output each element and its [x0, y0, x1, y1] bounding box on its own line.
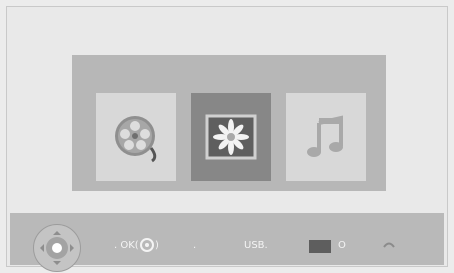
left-arrow-icon [36, 244, 44, 252]
ok-label: . OK( [114, 240, 139, 251]
photo-icon [205, 114, 257, 160]
return-icon [383, 242, 395, 248]
stop-key-icon [309, 240, 331, 253]
music-note-icon [307, 115, 343, 157]
film-reel-icon [115, 116, 157, 163]
up-arrow-icon [53, 227, 61, 235]
music-tile[interactable] [286, 93, 366, 181]
right-arrow-icon [70, 244, 78, 252]
stop-label: O [338, 240, 346, 251]
separator-dot: . [193, 240, 197, 251]
dpad-icon [33, 224, 81, 272]
down-arrow-icon [53, 261, 61, 269]
usb-label: USB. [244, 240, 268, 251]
ok-label-close: ) [155, 240, 159, 251]
video-tile[interactable] [96, 93, 176, 181]
photo-tile[interactable] [191, 93, 271, 181]
dpad-center-ring [46, 237, 68, 259]
dpad-center-icon [52, 243, 62, 253]
ok-icon [140, 238, 154, 252]
